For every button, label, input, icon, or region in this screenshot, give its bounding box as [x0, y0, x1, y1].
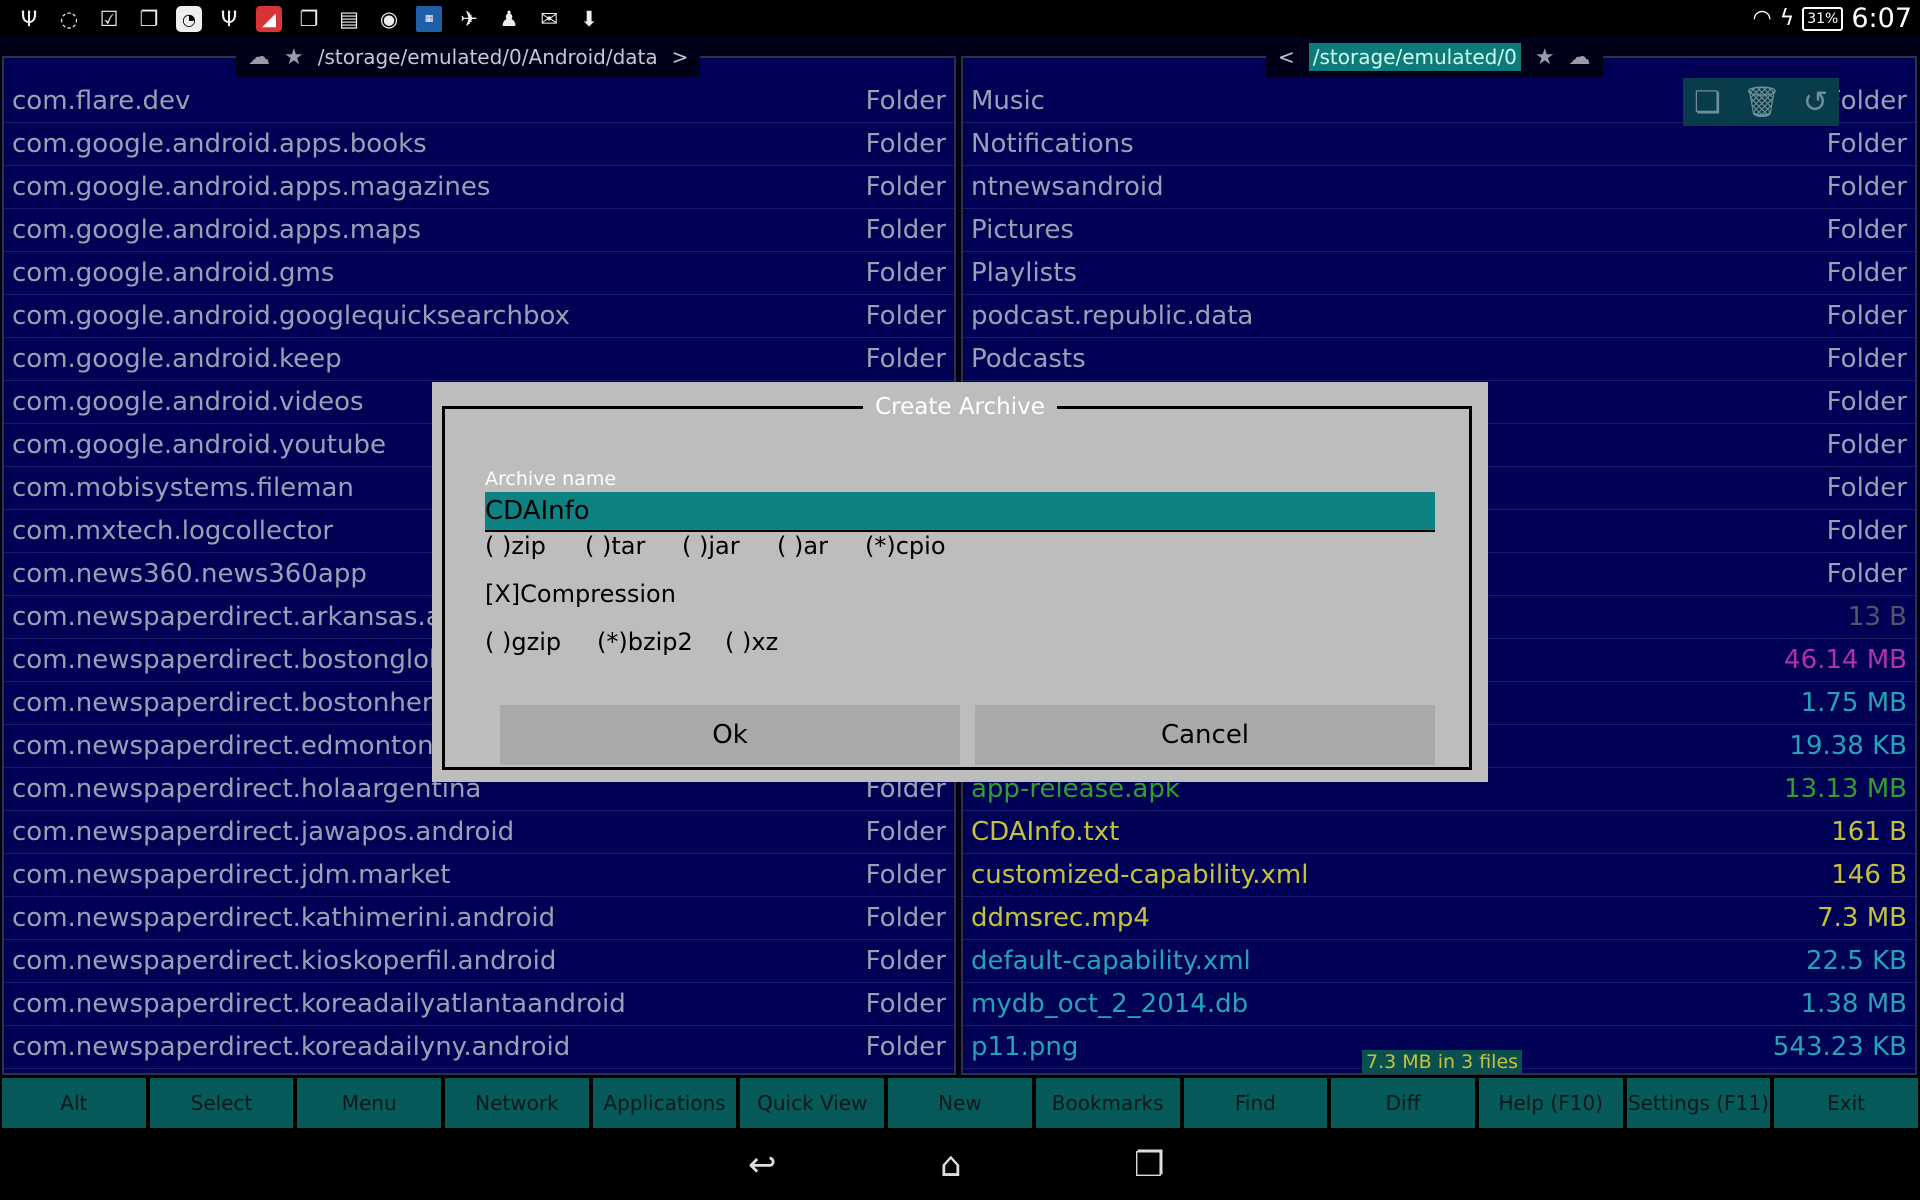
compression-gzip-radio[interactable]: ( )gzip — [485, 628, 561, 656]
dialog-title: Create Archive — [432, 394, 1488, 420]
format-ar-radio[interactable]: ( )ar — [777, 532, 828, 560]
compression-checkbox[interactable]: [X]Compression — [485, 580, 676, 608]
format-tar-radio[interactable]: ( )tar — [585, 532, 645, 560]
format-jar-radio[interactable]: ( )jar — [682, 532, 740, 560]
cancel-button[interactable]: Cancel — [975, 705, 1435, 765]
archive-name-input[interactable] — [485, 492, 1435, 532]
create-archive-dialog: Create Archive Archive name ( )zip ( )ta… — [432, 382, 1488, 782]
ok-button[interactable]: Ok — [500, 705, 960, 765]
compression-bzip2-radio[interactable]: (*)bzip2 — [597, 628, 693, 656]
dialog-overlay: Create Archive Archive name ( )zip ( )ta… — [0, 0, 1920, 1200]
format-zip-radio[interactable]: ( )zip — [485, 532, 546, 560]
compression-xz-radio[interactable]: ( )xz — [725, 628, 778, 656]
format-cpio-radio[interactable]: (*)cpio — [865, 532, 946, 560]
archive-name-label: Archive name — [485, 468, 617, 490]
